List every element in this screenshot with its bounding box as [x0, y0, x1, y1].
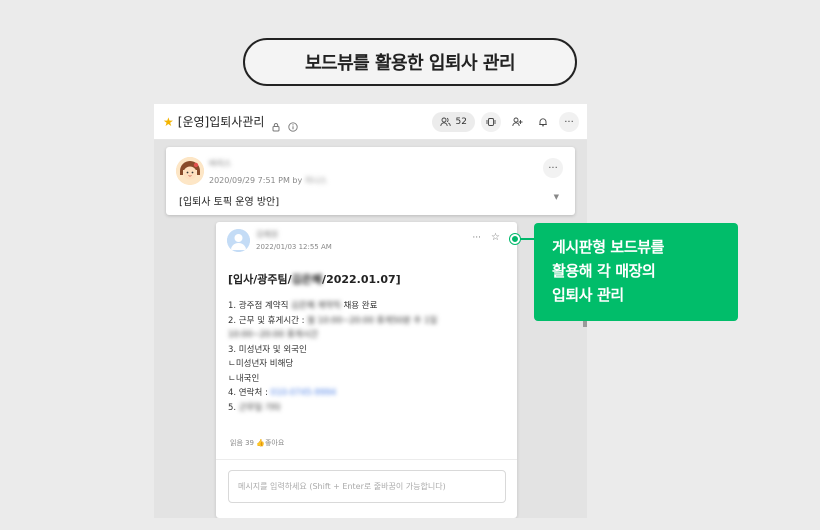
post-line: 5. 근무일 기타 — [228, 402, 281, 413]
heading-suffix: /2022.01.07] — [322, 273, 401, 286]
callout-dot — [510, 234, 520, 244]
notice-datetime: 2020/09/29 7:51 PM by 지니스 — [209, 175, 327, 186]
read-count: 읽음 39 — [230, 439, 255, 447]
callout-box: 게시판형 보드뷰를 활용해 각 매장의 입퇴사 관리 — [534, 223, 738, 321]
avatar — [176, 157, 204, 185]
invite-button[interactable] — [507, 112, 527, 132]
notice-text: [입퇴사 토픽 운영 방안] — [179, 197, 280, 208]
post-line: 3. 미성년자 및 외국인 — [228, 344, 307, 355]
callout-connector — [519, 238, 535, 240]
board-post: 김예원 2022/01/03 12:55 AM ··· ☆ [입사/광주팀/김은… — [216, 222, 517, 518]
heading-name: 김은혜 — [291, 273, 323, 286]
board-icon — [486, 118, 496, 126]
chat-topbar: ★ [운영]입퇴사관리 52 ··· — [154, 104, 587, 140]
member-count: 52 — [455, 117, 467, 127]
notice-by-name: 지니스 — [304, 176, 327, 185]
notification-button[interactable] — [533, 112, 553, 132]
chat-panel: ★ [운영]입퇴사관리 52 ··· 바리스 2020/09/29 7:51 P… — [154, 104, 587, 518]
bell-icon — [539, 118, 547, 127]
board-view-button[interactable] — [481, 112, 501, 132]
chevron-down-icon[interactable]: ▼ — [554, 193, 559, 201]
callout-line-1: 게시판형 보드뷰를 — [552, 238, 665, 256]
member-count-button[interactable]: 52 — [431, 112, 475, 132]
info-icon[interactable] — [288, 117, 299, 132]
callout-line-2: 활용해 각 매장의 — [552, 262, 656, 280]
avatar — [227, 229, 250, 252]
topbar-actions: 52 ··· — [431, 112, 579, 132]
notice-date: 2020/09/29 7:51 PM by — [209, 176, 303, 185]
add-user-icon — [511, 117, 522, 127]
star-outline-icon[interactable]: ☆ — [491, 232, 500, 243]
more-icon[interactable]: ··· — [472, 233, 481, 243]
phone-link[interactable]: 010-0745-9994 — [271, 388, 337, 398]
more-icon: ··· — [548, 162, 558, 174]
more-options-button[interactable]: ··· — [559, 112, 579, 132]
message-input[interactable] — [228, 470, 506, 503]
post-author: 김예원 — [256, 230, 279, 239]
pinned-notice[interactable]: 바리스 2020/09/29 7:51 PM by 지니스 [입퇴사 토픽 운영… — [166, 147, 575, 215]
callout-line-3: 입퇴사 관리 — [552, 286, 624, 304]
notice-author: 바리스 — [209, 159, 232, 168]
post-line: ㄴ내국인 — [228, 373, 260, 384]
divider — [216, 459, 517, 460]
post-datetime: 2022/01/03 12:55 AM — [256, 243, 332, 251]
notice-more-button[interactable]: ··· — [543, 158, 563, 178]
members-icon — [439, 117, 451, 127]
page-title: 보드뷰를 활용한 입퇴사 관리 — [243, 38, 577, 86]
room-title: [운영]입퇴사관리 — [177, 115, 265, 129]
post-line: ㄴ미성년자 비해당 — [228, 359, 294, 369]
post-line: 2. 근무 및 휴게시간 : 월 10:00~20:00 휴게50분 주 1일 — [228, 315, 438, 326]
post-stats: 읽음 39 👍좋아요 — [230, 438, 284, 448]
star-icon[interactable]: ★ — [163, 115, 174, 129]
lock-icon — [271, 117, 281, 131]
post-body: 1. 광주점 계약직 김은혜 계약직 채용 완료 2. 근무 및 휴게시간 : … — [228, 299, 503, 415]
like-button[interactable]: 👍좋아요 — [256, 439, 284, 447]
post-line: 10:00~20:00 휴게시간 — [228, 330, 319, 340]
post-line: 1. 광주점 계약직 김은혜 계약직 채용 완료 — [228, 301, 378, 311]
heading-prefix: [입사/광주팀/ — [228, 273, 292, 286]
thumbs-up-icon: 👍 — [256, 439, 265, 447]
more-icon: ··· — [564, 116, 574, 128]
post-heading: [입사/광주팀/김은혜/2022.01.07] — [228, 271, 401, 287]
post-line: 4. 연락처 : 010-0745-9994 — [228, 388, 337, 398]
